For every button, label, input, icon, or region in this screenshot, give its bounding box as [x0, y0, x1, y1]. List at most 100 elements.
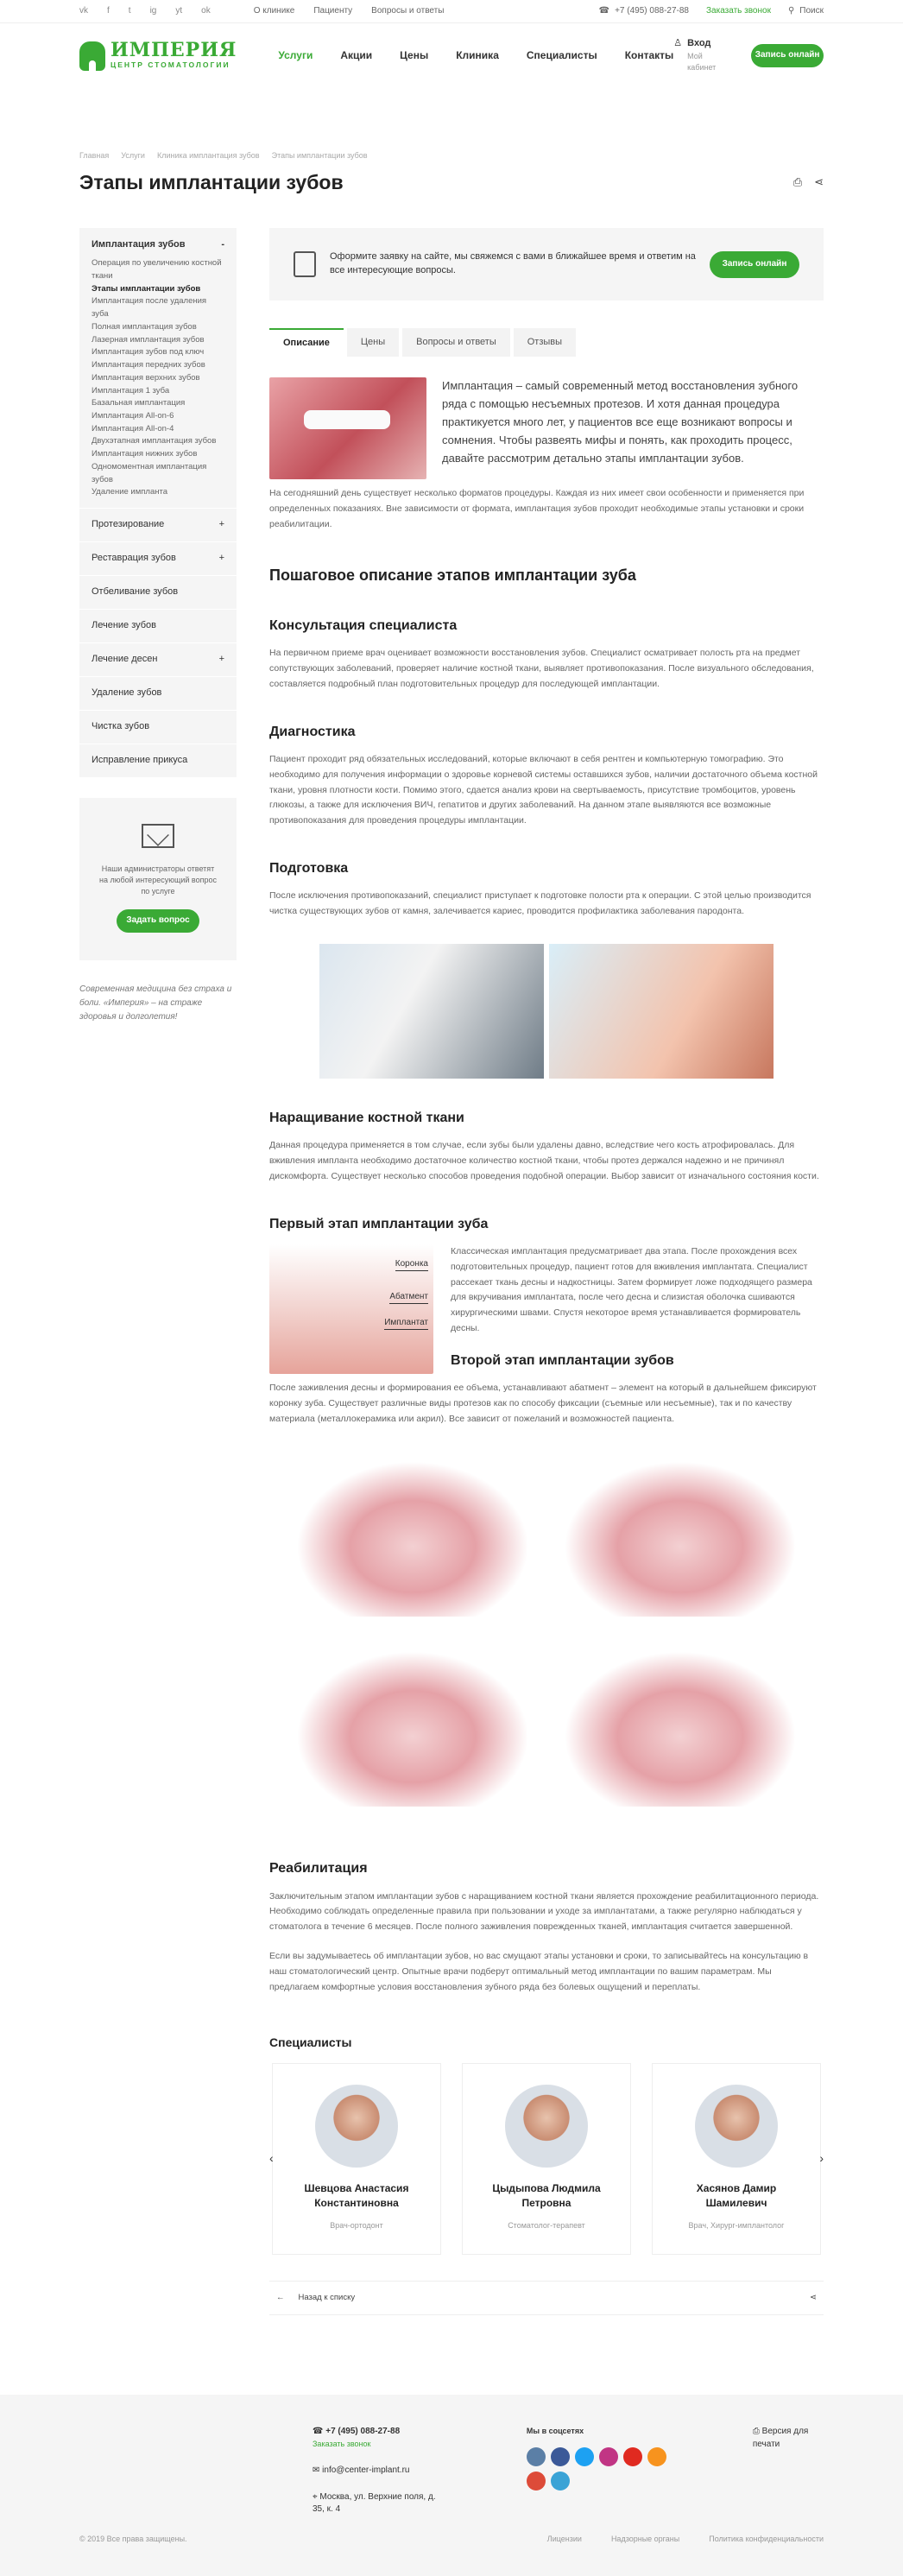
logo[interactable]: ИМПЕРИЯ ЦЕНТР СТОМАТОЛОГИИ — [79, 41, 237, 71]
share-icon[interactable]: ⋖ — [810, 2292, 817, 2304]
phone-icon: ☎ — [598, 5, 610, 16]
tab-prices[interactable]: Цены — [346, 328, 400, 358]
submenu-item[interactable]: Имплантация нижних зубов — [92, 448, 224, 461]
header: ИМПЕРИЯ ЦЕНТР СТОМАТОЛОГИИ Услуги Акции … — [0, 23, 903, 88]
submenu-item[interactable]: Базальная имплантация — [92, 397, 224, 410]
social-circle-icon[interactable] — [550, 2471, 570, 2491]
specialist-card[interactable]: Хасянов Дамир Шамилевич Врач, Хирург-имп… — [652, 2063, 821, 2255]
sidebar-item[interactable]: Исправление прикуса — [79, 743, 237, 777]
print-icon[interactable]: ⎙ — [793, 174, 802, 191]
submenu-item[interactable]: Имплантация зубов под ключ — [92, 346, 224, 359]
promo-booking-button[interactable]: Запись онлайн — [710, 250, 799, 278]
sidebar-item-label: Чистка зубов — [92, 721, 150, 732]
breadcrumb: Главная Услуги Клиника имплантация зубов… — [0, 88, 903, 161]
chevron-left-icon[interactable]: ‹ — [269, 2149, 274, 2167]
footer-email[interactable]: info@center-implant.ru — [322, 2465, 409, 2475]
section-heading: Наращивание костной ткани — [269, 1111, 464, 1126]
social-circle-icon[interactable] — [526, 2471, 546, 2491]
top-link-faq[interactable]: Вопросы и ответы — [371, 5, 444, 18]
callback-link[interactable]: Заказать звонок — [706, 5, 771, 18]
nav-label: Акции — [340, 48, 373, 61]
footer-link-privacy[interactable]: Политика конфиденциальности — [709, 2534, 824, 2545]
submenu-item[interactable]: Имплантация после удаления зуба — [92, 295, 224, 320]
social-circle-icon[interactable] — [550, 2446, 570, 2466]
promo-text: Оформите заявку на сайте, мы свяжемся с … — [330, 251, 696, 276]
specialist-card[interactable]: Шевцова Анастасия Константиновна Врач-ор… — [272, 2063, 441, 2255]
submenu-item[interactable]: Имплантация передних зубов — [92, 359, 224, 372]
submenu-item-current[interactable]: Этапы имплантации зубов — [92, 283, 224, 296]
social-circle-icon[interactable] — [647, 2446, 666, 2466]
breadcrumb-item[interactable]: Главная — [79, 150, 109, 161]
sidebar-item-label: Реставрация зубов — [92, 553, 176, 564]
tab-description[interactable]: Описание — [269, 328, 344, 358]
social-circle-icon[interactable] — [598, 2446, 618, 2466]
plus-icon: + — [218, 553, 224, 564]
submenu-item[interactable]: Имплантация All-on-6 — [92, 410, 224, 423]
tab-reviews[interactable]: Отзывы — [513, 328, 577, 358]
question-box: Наши администраторы ответят на любой инт… — [79, 797, 237, 960]
nav-clinic[interactable]: Клиника — [456, 48, 499, 63]
submenu-item[interactable]: Удаление импланта — [92, 486, 224, 499]
submenu-item[interactable]: Полная имплантация зубов — [92, 321, 224, 334]
odnoklassniki-icon[interactable]: ok — [201, 5, 211, 18]
breadcrumb-item[interactable]: Клиника имплантация зубов — [157, 150, 260, 161]
search-icon[interactable]: ⚲ — [788, 5, 794, 18]
arrow-left-icon[interactable]: ← — [276, 2292, 285, 2304]
top-link-about[interactable]: О клинике — [254, 5, 295, 18]
breadcrumb-item[interactable]: Услуги — [121, 150, 145, 161]
sidebar-item[interactable]: Лечение десен + — [79, 642, 237, 676]
facebook-icon[interactable]: f — [107, 5, 110, 18]
section-text: Заключительным этапом имплантации зубов … — [269, 1890, 819, 1933]
youtube-icon[interactable]: yt — [175, 5, 182, 18]
specialist-name: Хасянов Дамир Шамилевич — [696, 2182, 777, 2210]
sidebar-item[interactable]: Протезирование + — [79, 507, 237, 541]
sidebar-item[interactable]: Чистка зубов — [79, 709, 237, 744]
submenu-item[interactable]: Имплантация 1 зуба — [92, 385, 224, 398]
nav-contacts[interactable]: Контакты — [625, 48, 674, 63]
sidebar-item[interactable]: Удаление зубов — [79, 675, 237, 710]
submenu-item[interactable]: Одномоментная имплантация зубов — [92, 461, 224, 486]
sidebar-item[interactable]: Отбеливание зубов — [79, 574, 237, 609]
nav-specialists[interactable]: Специалисты — [527, 48, 597, 63]
intro-text-2: На сегодняшний день существует несколько… — [269, 488, 805, 530]
sidebar-item[interactable]: Реставрация зубов + — [79, 541, 237, 575]
login-link[interactable]: ♙ Вход Мой кабинет — [673, 37, 730, 73]
instagram-icon[interactable]: ig — [150, 5, 157, 18]
top-bar: vk f t ig yt ok О клинике Пациенту Вопро… — [0, 0, 903, 23]
section-text: Если вы задумываетесь об имплантации зуб… — [269, 1951, 809, 1992]
back-link[interactable]: Назад к списку — [299, 2292, 356, 2304]
sidebar-quote: Современная медицина без страха и боли. … — [79, 984, 232, 1022]
footer-callback[interactable]: Заказать звонок — [313, 2440, 370, 2448]
vk-icon[interactable]: vk — [79, 5, 88, 18]
share-icon[interactable]: ⋖ — [814, 174, 824, 191]
nav-prices[interactable]: Цены — [400, 48, 428, 63]
footer: ☎ +7 (495) 088-27-88 Заказать звонок ✉ in… — [0, 2395, 903, 2576]
ask-question-button[interactable]: Задать вопрос — [117, 909, 199, 934]
footer-phone[interactable]: +7 (495) 088-27-88 — [325, 2427, 400, 2436]
tab-faq[interactable]: Вопросы и ответы — [402, 328, 510, 358]
sidebar-item-implantation[interactable]: Имплантация зубов - — [79, 228, 237, 257]
social-circle-icon[interactable] — [574, 2446, 594, 2466]
sidebar-item[interactable]: Лечение зубов — [79, 608, 237, 642]
social-circle-icon[interactable] — [622, 2446, 642, 2466]
chevron-right-icon[interactable]: › — [819, 2149, 824, 2167]
social-circle-icon[interactable] — [526, 2446, 546, 2466]
nav-label: Специалисты — [526, 48, 597, 61]
submenu-item[interactable]: Лазерная имплантация зубов — [92, 334, 224, 347]
submenu-item[interactable]: Операция по увеличению костной ткани — [92, 257, 224, 282]
submenu-item[interactable]: Двухэтапная имплантация зубов — [92, 435, 224, 448]
footer-link-supervisory[interactable]: Надзорные органы — [611, 2534, 679, 2545]
top-link-patient[interactable]: Пациенту — [313, 5, 352, 18]
footer-link-licenses[interactable]: Лицензии — [547, 2534, 582, 2545]
nav-services[interactable]: Услуги — [278, 48, 313, 63]
section-text: Пациент проходит ряд обязательных исслед… — [269, 753, 818, 826]
search-link[interactable]: Поиск — [799, 5, 824, 18]
nav-promotions[interactable]: Акции — [340, 48, 372, 63]
specialist-card[interactable]: Цыдыпова Людмила Петровна Стоматолог-тер… — [462, 2063, 631, 2255]
top-phone[interactable]: +7 (495) 088-27-88 — [615, 5, 689, 18]
header-booking-button[interactable]: Запись онлайн — [751, 44, 824, 67]
twitter-icon[interactable]: t — [129, 5, 131, 18]
submenu-item[interactable]: Имплантация All-on-4 — [92, 423, 224, 436]
stage-image — [296, 1651, 529, 1807]
submenu-item[interactable]: Имплантация верхних зубов — [92, 372, 224, 385]
